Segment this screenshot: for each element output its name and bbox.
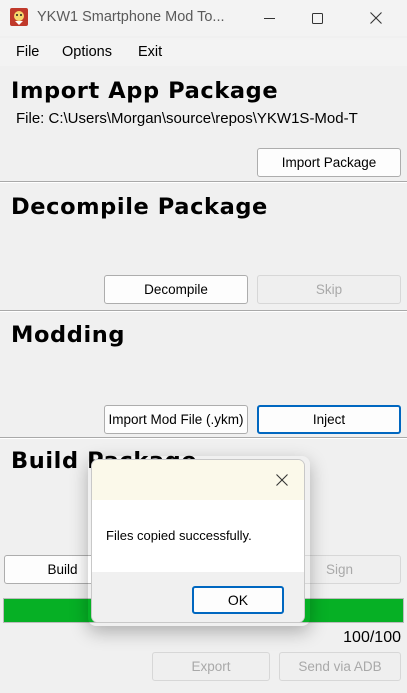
import-package-button[interactable]: Import Package — [257, 148, 401, 177]
menu-bar: File Options Exit — [0, 38, 407, 66]
import-mod-button[interactable]: Import Mod File (.ykm) — [104, 405, 248, 434]
app-icon — [10, 8, 28, 26]
import-section-title: Import App Package — [11, 78, 279, 104]
dialog-footer: OK — [92, 572, 304, 622]
dialog-message: Files copied successfully. — [106, 528, 252, 543]
file-path-row: File: C:\Users\Morgan\source\repos\YKW1S… — [16, 110, 407, 127]
send-adb-button[interactable]: Send via ADB — [279, 652, 401, 681]
close-button[interactable] — [353, 0, 399, 36]
menu-file[interactable]: File — [16, 44, 39, 60]
message-dialog: Files copied successfully. OK — [91, 459, 305, 623]
section-divider — [0, 310, 407, 312]
decompile-button[interactable]: Decompile — [104, 275, 248, 304]
minimize-icon — [263, 17, 275, 19]
close-icon — [276, 474, 288, 486]
close-icon — [370, 12, 382, 24]
minimize-button[interactable] — [246, 0, 292, 36]
maximize-icon — [311, 12, 323, 24]
file-path: C:\Users\Morgan\source\repos\YKW1S-Mod-T — [48, 110, 358, 127]
modding-section-title: Modding — [11, 322, 126, 348]
skip-button[interactable]: Skip — [257, 275, 401, 304]
ok-button[interactable]: OK — [192, 586, 284, 614]
section-divider — [0, 437, 407, 439]
maximize-button[interactable] — [294, 0, 340, 36]
title-bar: YKW1 Smartphone Mod To... — [0, 0, 407, 36]
decompile-section-title: Decompile Package — [11, 194, 268, 220]
file-label: File: — [16, 110, 45, 127]
dialog-title-bar — [92, 460, 304, 500]
window-title: YKW1 Smartphone Mod To... — [37, 9, 225, 25]
menu-options[interactable]: Options — [62, 44, 112, 60]
export-button[interactable]: Export — [152, 652, 270, 681]
inject-button[interactable]: Inject — [257, 405, 401, 434]
section-divider — [0, 181, 407, 183]
progress-text: 100/100 — [343, 629, 401, 646]
dialog-close-button[interactable] — [268, 468, 296, 492]
menu-exit[interactable]: Exit — [138, 44, 162, 60]
